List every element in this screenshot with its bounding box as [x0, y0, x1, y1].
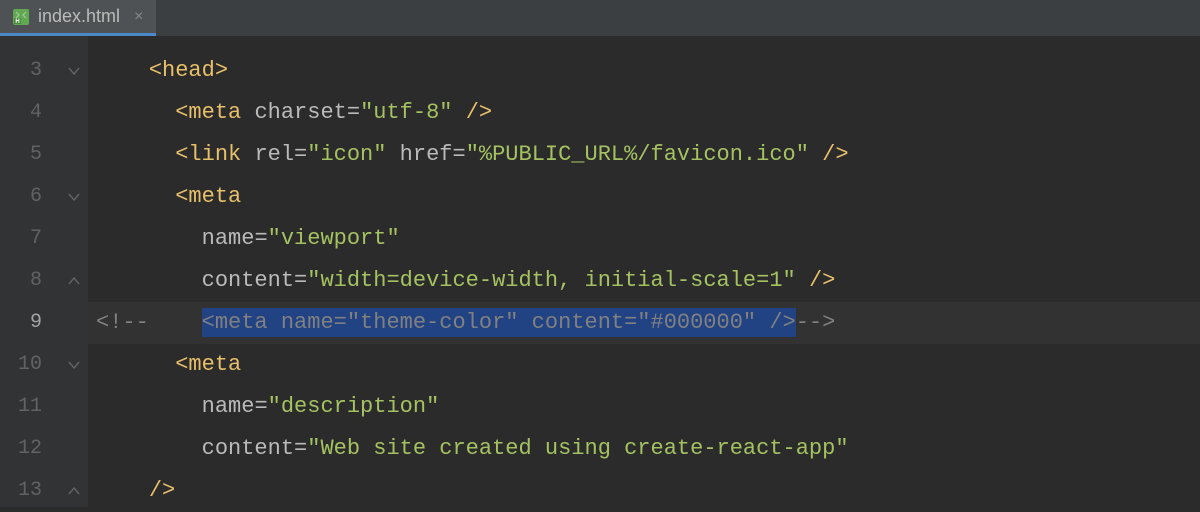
code-token: rel: [254, 142, 294, 167]
code-token: <: [149, 58, 162, 83]
code-line[interactable]: <meta: [88, 344, 1200, 386]
code-token: "width=device-width, initial-scale=1": [307, 268, 809, 293]
code-token: meta: [188, 352, 241, 377]
code-area[interactable]: <head> <meta charset="utf-8" /> <link re…: [88, 36, 1200, 507]
code-token: <: [175, 142, 188, 167]
code-line[interactable]: <!-- <meta name="theme-color" content="#…: [88, 302, 1200, 344]
code-token: "utf-8": [360, 100, 466, 125]
line-number[interactable]: 6: [0, 176, 42, 218]
line-number[interactable]: 7: [0, 218, 42, 260]
code-token: content: [202, 436, 294, 461]
code-token: "%PUBLIC_URL%/favicon.ico": [466, 142, 822, 167]
code-token: link: [188, 142, 254, 167]
code-token: meta: [188, 184, 241, 209]
line-number[interactable]: 10: [0, 344, 42, 386]
code-token: <!--: [96, 310, 149, 335]
code-line[interactable]: name="viewport": [88, 218, 1200, 260]
line-number[interactable]: 9: [0, 302, 42, 344]
code-token: head: [162, 58, 215, 83]
code-token: name: [202, 226, 255, 251]
code-token: <: [175, 352, 188, 377]
code-token: />: [466, 100, 492, 125]
fold-marker[interactable]: [60, 50, 88, 92]
code-token: -->: [796, 310, 836, 335]
code-token: name: [202, 394, 255, 419]
code-token: <meta name="theme-color" content="#00000…: [202, 308, 796, 337]
fold-marker[interactable]: [60, 344, 88, 386]
code-token: />: [149, 478, 175, 503]
code-token: =: [294, 436, 307, 461]
code-token: "viewport": [268, 226, 400, 251]
fold-marker[interactable]: [60, 176, 88, 218]
code-line[interactable]: content="Web site created using create-r…: [88, 428, 1200, 470]
code-token: <: [175, 100, 188, 125]
line-number[interactable]: 3: [0, 50, 42, 92]
line-number[interactable]: 8: [0, 260, 42, 302]
code-token: "icon": [307, 142, 399, 167]
fold-marker: [60, 302, 88, 344]
fold-marker: [60, 386, 88, 428]
code-token: >: [215, 58, 228, 83]
tab-bar: H index.html ×: [0, 0, 1200, 36]
code-token: />: [809, 268, 835, 293]
code-token: =: [294, 268, 307, 293]
code-line[interactable]: <meta charset="utf-8" />: [88, 92, 1200, 134]
code-line[interactable]: name="description": [88, 386, 1200, 428]
code-line[interactable]: <meta: [88, 176, 1200, 218]
code-token: href: [400, 142, 453, 167]
line-number[interactable]: 12: [0, 428, 42, 470]
code-token: =: [347, 100, 360, 125]
close-icon[interactable]: ×: [134, 8, 144, 26]
fold-marker: [60, 428, 88, 470]
tab-filename: index.html: [38, 6, 120, 27]
code-token: />: [822, 142, 848, 167]
fold-marker: [60, 134, 88, 176]
code-token: [149, 310, 202, 335]
line-number[interactable]: 4: [0, 92, 42, 134]
fold-gutter[interactable]: [60, 36, 88, 507]
code-token: "Web site created using create-react-app…: [307, 436, 848, 461]
code-line[interactable]: <link rel="icon" href="%PUBLIC_URL%/favi…: [88, 134, 1200, 176]
fold-marker: [60, 218, 88, 260]
code-line[interactable]: />: [88, 470, 1200, 512]
code-token: meta: [188, 100, 254, 125]
line-number[interactable]: 11: [0, 386, 42, 428]
fold-marker: [60, 92, 88, 134]
tab-active[interactable]: H index.html ×: [0, 0, 156, 36]
fold-marker[interactable]: [60, 260, 88, 302]
code-token: <: [175, 184, 188, 209]
fold-marker[interactable]: [60, 470, 88, 512]
code-line[interactable]: content="width=device-width, initial-sca…: [88, 260, 1200, 302]
line-number[interactable]: 5: [0, 134, 42, 176]
code-token: =: [452, 142, 465, 167]
code-token: =: [294, 142, 307, 167]
svg-text:H: H: [15, 19, 19, 25]
code-token: charset: [254, 100, 346, 125]
line-number-gutter[interactable]: 345678910111213: [0, 36, 60, 507]
code-line[interactable]: <head>: [88, 50, 1200, 92]
code-token: =: [254, 394, 267, 419]
code-token: "description": [268, 394, 440, 419]
code-token: =: [254, 226, 267, 251]
code-token: content: [202, 268, 294, 293]
editor: 345678910111213 <head> <meta charset="ut…: [0, 36, 1200, 507]
line-number[interactable]: 13: [0, 470, 42, 512]
html-file-icon: H: [12, 8, 30, 26]
